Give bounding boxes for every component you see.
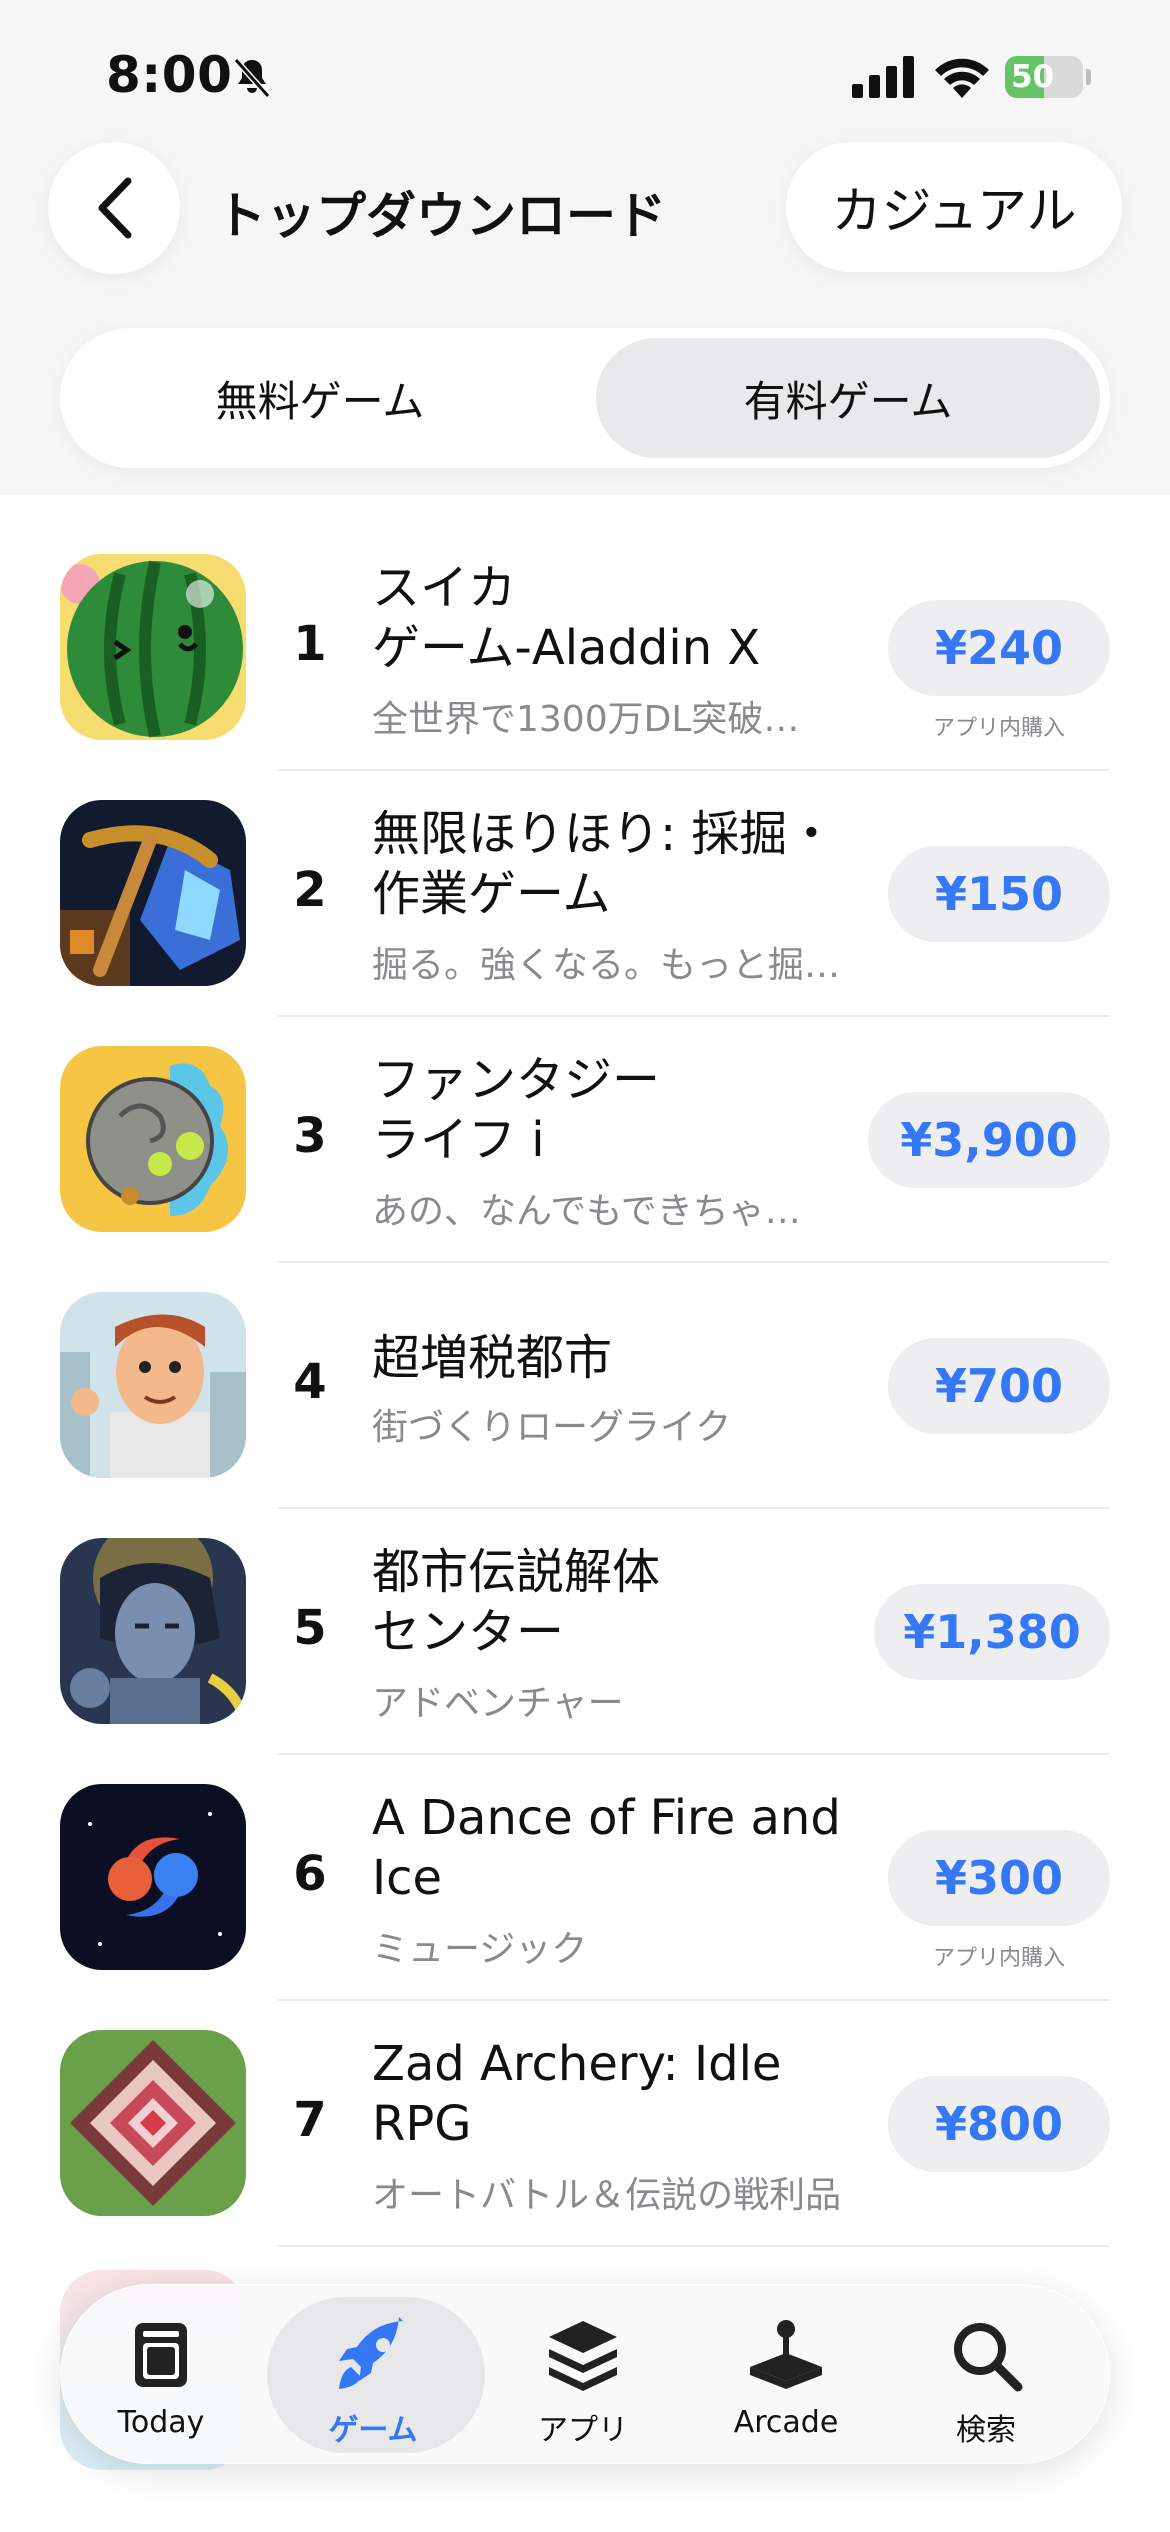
status-time: 8:00 (106, 46, 233, 104)
app-icon[interactable] (60, 2030, 246, 2216)
list-item[interactable]: 5 都市伝説解体 センター アドベンチャー ¥1,380 (0, 1538, 1170, 1784)
layers-icon (549, 2321, 617, 2391)
wifi-icon (935, 58, 989, 98)
list-item[interactable]: 2 無限ほりほり: 採掘・ 作業ゲーム 掘る。強くなる。もっと掘… ¥150 (0, 800, 1170, 1046)
tab-bar: Today ゲーム アプリ Arcade 検索 (60, 2284, 1110, 2464)
battery-nub (1086, 69, 1091, 85)
app-subtitle: 掘る。強くなる。もっと掘… (372, 945, 841, 986)
list-item[interactable]: 7 Zad Archery: Idle RPG オートバトル＆伝説の戦利品 ¥8… (0, 2030, 1170, 2276)
tab-label: アプリ (538, 2413, 628, 2448)
divider (278, 1999, 1110, 2001)
app-name: スイカ ゲーム-Aladdin X (372, 560, 761, 676)
app-icon[interactable] (60, 1292, 246, 1478)
bell-slash-icon (233, 58, 271, 98)
app-subtitle: アドベンチャー (372, 1683, 624, 1724)
app-subtitle: あの、なんでもできちゃ… (372, 1191, 801, 1232)
divider (278, 1015, 1110, 1017)
list-item[interactable]: 1 スイカ ゲーム-Aladdin X 全世界で1300万DL突破… ¥240 … (0, 554, 1170, 800)
rocket-icon (339, 2317, 403, 2389)
app-icon[interactable] (60, 1784, 246, 1970)
segment-free-games[interactable]: 無料ゲーム (70, 338, 570, 458)
app-name: A Dance of Fire and Ice (372, 1790, 841, 1906)
app-name: Zad Archery: Idle RPG (372, 2036, 782, 2152)
rank-number: 3 (293, 1108, 327, 1164)
page-title: トップダウンロード (216, 187, 666, 245)
signal-icon (852, 56, 914, 98)
tab-search[interactable]: 検索 (886, 2285, 1086, 2465)
app-name: 超増税都市 (372, 1330, 613, 1386)
app-subtitle: ミュージック (372, 1929, 588, 1970)
price-button[interactable]: ¥1,380 (874, 1584, 1110, 1680)
rank-number: 6 (293, 1846, 327, 1902)
app-subtitle: 全世界で1300万DL突破… (372, 699, 800, 740)
rank-number: 1 (293, 616, 327, 672)
tab-label: ゲーム (328, 2413, 418, 2448)
search-icon (954, 2323, 1023, 2392)
divider (278, 2245, 1110, 2247)
tab-today[interactable]: Today (61, 2285, 261, 2465)
app-icon[interactable] (60, 554, 246, 740)
app-icon[interactable] (60, 1046, 246, 1232)
app-subtitle: 街づくりローグライク (372, 1407, 732, 1448)
rank-number: 5 (293, 1600, 327, 1656)
chevron-left-icon (98, 177, 132, 239)
rank-number: 2 (293, 862, 327, 918)
app-name: ファンタジー ライフ i (372, 1052, 661, 1168)
app-icon[interactable] (60, 1538, 246, 1724)
price-button[interactable]: ¥150 (888, 846, 1110, 942)
price-button[interactable]: ¥3,900 (868, 1092, 1110, 1188)
rank-number: 4 (293, 1354, 327, 1410)
tab-label: 検索 (956, 2413, 1016, 2448)
app-subtitle: オートバトル＆伝説の戦利品 (372, 2175, 842, 2216)
app-name: 無限ほりほり: 採掘・ 作業ゲーム (372, 806, 836, 922)
list-item[interactable]: 4 超増税都市 街づくりローグライク ¥700 (0, 1292, 1170, 1538)
segmented-control: 無料ゲーム 有料ゲーム (60, 328, 1110, 468)
joystick-icon (750, 2320, 822, 2389)
divider (278, 1753, 1110, 1755)
price-button[interactable]: ¥700 (888, 1338, 1110, 1434)
price-button[interactable]: ¥300 (888, 1830, 1110, 1926)
app-name: 都市伝説解体 センター (372, 1544, 661, 1660)
tab-games[interactable]: ゲーム (267, 2285, 485, 2465)
segment-paid-games[interactable]: 有料ゲーム (596, 338, 1100, 458)
tab-label: Today (117, 2405, 205, 2440)
status-bar: 8:00 50 (0, 0, 1170, 150)
in-app-purchase-label: アプリ内購入 (932, 1946, 1065, 1971)
battery-indicator: 50 (1005, 56, 1083, 98)
back-button[interactable] (48, 142, 180, 274)
in-app-purchase-label: アプリ内購入 (932, 716, 1065, 741)
app-icon[interactable] (60, 800, 246, 986)
tab-arcade[interactable]: Arcade (686, 2285, 886, 2465)
price-button[interactable]: ¥800 (888, 2076, 1110, 2172)
list-item[interactable]: 3 ファンタジー ライフ i あの、なんでもできちゃ… ¥3,900 (0, 1046, 1170, 1292)
divider (278, 769, 1110, 771)
tab-label: Arcade (733, 2405, 839, 2440)
genre-button[interactable]: カジュアル (786, 142, 1122, 272)
price-button[interactable]: ¥240 (888, 600, 1110, 696)
divider (278, 1261, 1110, 1263)
battery-percent: 50 (1011, 59, 1055, 95)
today-icon (135, 2323, 187, 2387)
tab-apps[interactable]: アプリ (483, 2285, 683, 2465)
divider (278, 1507, 1110, 1509)
rank-number: 7 (293, 2092, 327, 2148)
list-item[interactable]: 6 A Dance of Fire and Ice ミュージック ¥300 アプ… (0, 1784, 1170, 2030)
